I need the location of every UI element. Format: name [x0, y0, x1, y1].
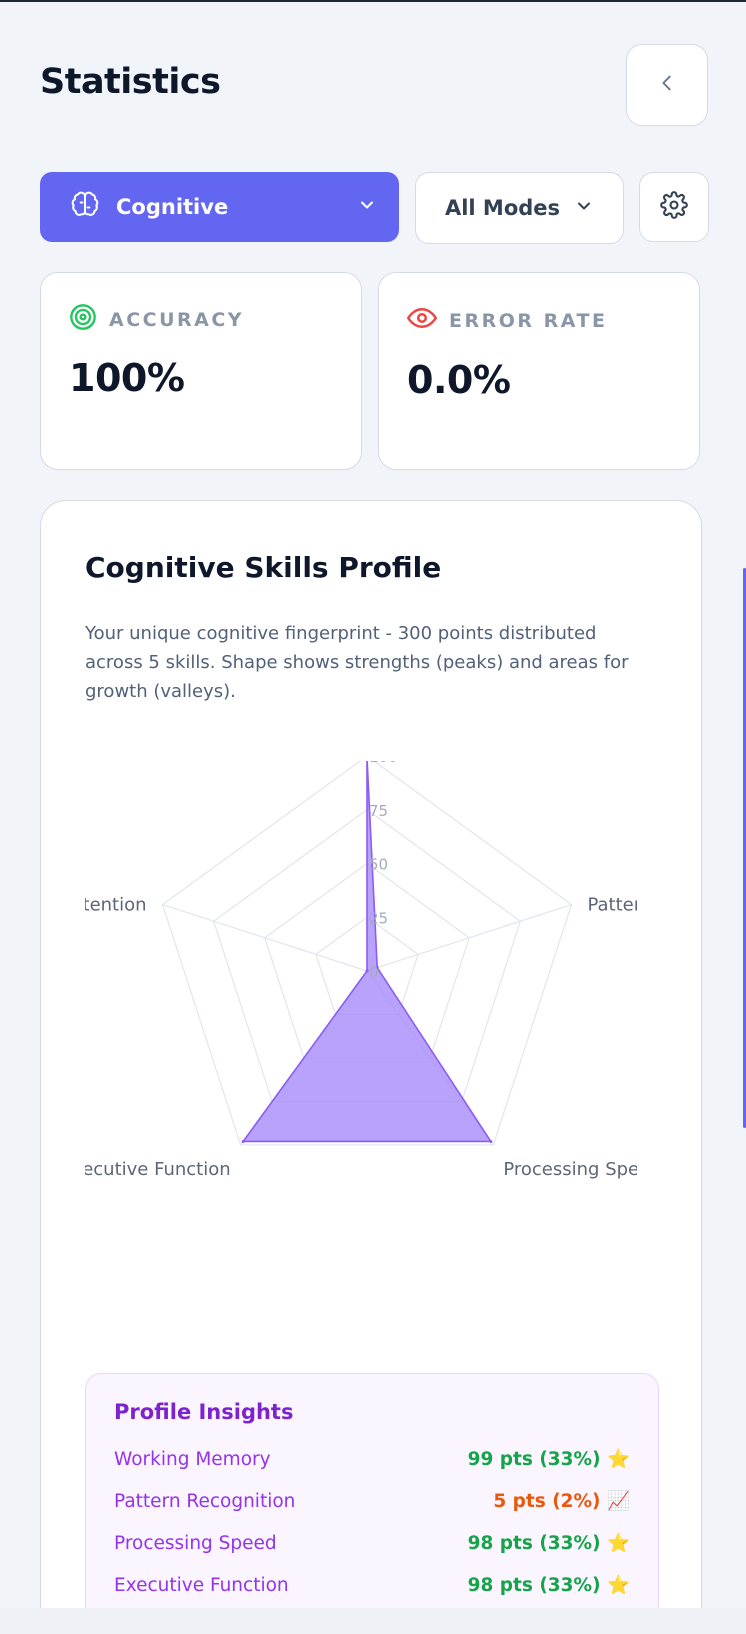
radar-data-point [241, 1139, 245, 1143]
category-select[interactable]: Cognitive [40, 172, 399, 242]
skills-profile-card: Cognitive Skills Profile Your unique cog… [40, 500, 702, 1634]
accuracy-card: ACCURACY 100% [40, 272, 362, 470]
target-icon [69, 303, 97, 336]
radar-tick-label: 100 [369, 761, 398, 766]
mode-select[interactable]: All Modes [415, 172, 624, 244]
insight-name: Pattern Recognition [114, 1490, 296, 1512]
radar-tick-label: 50 [369, 856, 388, 874]
insight-row: Processing Speed 98 pts (33%) ⭐ [114, 1522, 630, 1564]
profile-title: Cognitive Skills Profile [85, 551, 442, 584]
radar-axis-label: Pattern Recognition [587, 895, 659, 916]
radar-spoke [162, 903, 368, 972]
back-button[interactable] [626, 44, 708, 126]
radar-chart: 1007550250Working MemoryPattern Recognit… [85, 761, 659, 1180]
insight-value: 5 pts (2%) 📈 [493, 1491, 630, 1512]
accuracy-label: ACCURACY [109, 308, 245, 331]
insight-row: Executive Function 98 pts (33%) ⭐ [114, 1564, 630, 1606]
error-rate-card: ERROR RATE 0.0% [378, 272, 700, 470]
accuracy-value: 100% [69, 356, 185, 400]
radar-axis-label: Executive Function [85, 1159, 231, 1180]
gear-icon [660, 191, 688, 223]
radar-axis-label: Processing Speed [503, 1159, 659, 1180]
page-title: Statistics [40, 62, 221, 102]
profile-insights: Profile Insights Working Memory 99 pts (… [85, 1373, 659, 1634]
radar-spoke [366, 903, 572, 972]
settings-button[interactable] [639, 172, 709, 242]
mode-label: All Modes [444, 196, 561, 220]
chevron-left-icon [656, 72, 678, 98]
radar-tick-label: 0 [369, 963, 379, 981]
bottom-edge [0, 1608, 746, 1634]
chevron-down-icon [357, 195, 377, 219]
radar-tick-label: 25 [369, 909, 388, 927]
eye-icon [407, 303, 437, 338]
profile-description: Your unique cognitive fingerprint - 300 … [85, 623, 629, 702]
radar-series-area [241, 761, 493, 1143]
radar-axis-label: Attention [85, 895, 147, 916]
brain-icon [70, 190, 100, 224]
insight-name: Processing Speed [114, 1532, 277, 1554]
chevron-down-icon [574, 196, 594, 221]
insights-title: Profile Insights [114, 1400, 294, 1424]
insight-value: 98 pts (33%) ⭐ [467, 1533, 630, 1554]
top-border [0, 0, 746, 2]
insight-value: 99 pts (33%) ⭐ [467, 1449, 630, 1470]
insight-value: 98 pts (33%) ⭐ [467, 1575, 630, 1596]
insight-row: Pattern Recognition 5 pts (2%) 📈 [114, 1480, 630, 1522]
insight-name: Working Memory [114, 1448, 271, 1470]
error-rate-label: ERROR RATE [449, 309, 608, 332]
category-label: Cognitive [116, 195, 229, 219]
error-rate-value: 0.0% [407, 358, 511, 402]
radar-tick-label: 75 [369, 802, 388, 820]
radar-data-point [489, 1139, 493, 1143]
insight-row: Working Memory 99 pts (33%) ⭐ [114, 1438, 630, 1480]
insight-name: Executive Function [114, 1574, 289, 1596]
